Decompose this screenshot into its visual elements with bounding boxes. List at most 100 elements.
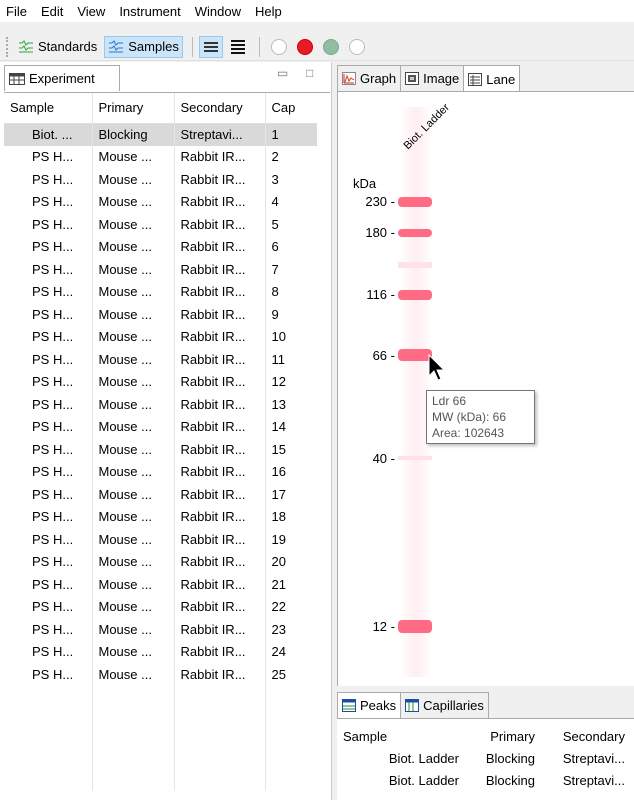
samples-button[interactable]: Samples xyxy=(104,35,183,58)
table-row[interactable]: PS H... Mouse ... Rabbit IR... 10 xyxy=(4,325,317,348)
peaks-row[interactable]: Biot. Ladder Blocking Streptavi... xyxy=(337,747,631,769)
table-row[interactable]: PS H... Mouse ... Rabbit IR... 11 xyxy=(4,348,317,371)
marker-label-116: 116 - xyxy=(366,287,395,302)
peaks-cell-secondary: Streptavi... xyxy=(562,750,625,766)
cell-cap: 3 xyxy=(264,168,317,191)
empty-circle-icon[interactable] xyxy=(270,38,287,55)
cell-sample: PS H... xyxy=(32,351,74,367)
cell-cap: 9 xyxy=(264,303,317,326)
table-row[interactable]: PS H... Mouse ... Rabbit IR... 23 xyxy=(4,618,317,641)
cell-cap: 7 xyxy=(264,258,317,281)
filler-cell xyxy=(264,685,317,791)
table-row[interactable]: PS H... Mouse ... Rabbit IR... 13 xyxy=(4,393,317,416)
table-filler-row xyxy=(4,685,317,791)
standards-icon xyxy=(19,39,33,52)
maximize-icon[interactable]: □ xyxy=(306,66,313,80)
table-row[interactable]: PS H... Mouse ... Rabbit IR... 12 xyxy=(4,370,317,393)
ladder-band-40[interactable] xyxy=(398,456,432,460)
col-header-secondary[interactable]: Secondary xyxy=(173,93,265,124)
image-icon xyxy=(405,72,420,85)
tab-image[interactable]: Image xyxy=(400,65,465,91)
tab-experiment[interactable]: Experiment xyxy=(4,65,120,91)
table-row[interactable]: Biot. ... Blocking Streptavi... 1 xyxy=(4,123,317,146)
cell-cap: 22 xyxy=(264,595,317,618)
table-row[interactable]: PS H... Mouse ... Rabbit IR... 22 xyxy=(4,595,317,618)
toolbar-grip[interactable] xyxy=(6,36,10,57)
tab-capillaries[interactable]: Capillaries xyxy=(400,692,489,718)
minimize-icon[interactable]: ▭ xyxy=(277,66,288,80)
menu-view[interactable]: View xyxy=(77,4,105,19)
ladder-band-116[interactable] xyxy=(398,290,432,300)
cell-primary: Mouse ... xyxy=(91,393,174,416)
table-row[interactable]: PS H... Mouse ... Rabbit IR... 6 xyxy=(4,235,317,258)
peaks-col-primary[interactable]: Primary xyxy=(465,725,541,747)
cell-cap: 8 xyxy=(264,280,317,303)
table-row[interactable]: PS H... Mouse ... Rabbit IR... 18 xyxy=(4,505,317,528)
menu-edit[interactable]: Edit xyxy=(41,4,63,19)
table-row[interactable]: PS H... Mouse ... Rabbit IR... 9 xyxy=(4,303,317,326)
green-circle-icon[interactable] xyxy=(322,38,339,55)
menu-help[interactable]: Help xyxy=(255,4,282,19)
empty-circle-icon-2[interactable] xyxy=(348,38,365,55)
cell-cap: 18 xyxy=(264,505,317,528)
table-row[interactable]: PS H... Mouse ... Rabbit IR... 24 xyxy=(4,640,317,663)
toolbar-separator-2 xyxy=(258,36,260,57)
peaks-col-secondary[interactable]: Secondary xyxy=(541,725,631,747)
cell-secondary: Rabbit IR... xyxy=(173,505,265,528)
table-row[interactable]: PS H... Mouse ... Rabbit IR... 16 xyxy=(4,460,317,483)
record-icon[interactable] xyxy=(296,38,313,55)
cell-primary: Mouse ... xyxy=(91,505,174,528)
table-icon xyxy=(9,72,25,85)
table-row[interactable]: PS H... Mouse ... Rabbit IR... 25 xyxy=(4,663,317,686)
cell-primary: Mouse ... xyxy=(91,145,174,168)
cell-primary: Blocking xyxy=(91,123,174,146)
cell-sample: PS H... xyxy=(32,306,74,322)
table-row[interactable]: PS H... Mouse ... Rabbit IR... 19 xyxy=(4,528,317,551)
tab-graph[interactable]: Graph xyxy=(337,65,402,91)
tab-lane[interactable]: Lane xyxy=(463,65,521,92)
col-header-primary[interactable]: Primary xyxy=(91,93,174,124)
marker-label-180: 180 - xyxy=(365,225,395,240)
standards-button[interactable]: Standards xyxy=(14,36,101,58)
col-header-cap[interactable]: Cap xyxy=(264,93,317,124)
list-view-button[interactable] xyxy=(198,35,223,58)
cell-cap: 15 xyxy=(264,438,317,461)
menu-instrument[interactable]: Instrument xyxy=(119,4,180,19)
dense-list-button[interactable] xyxy=(226,36,250,58)
samples-icon xyxy=(109,39,124,52)
samples-label: Samples xyxy=(128,39,179,54)
table-row[interactable]: PS H... Mouse ... Rabbit IR... 4 xyxy=(4,190,317,213)
cell-cap: 16 xyxy=(264,460,317,483)
band-tooltip: Ldr 66 MW (kDa): 66 Area: 102643 xyxy=(426,390,535,444)
table-row[interactable]: PS H... Mouse ... Rabbit IR... 14 xyxy=(4,415,317,438)
ladder-band-230[interactable] xyxy=(398,197,432,207)
table-row[interactable]: PS H... Mouse ... Rabbit IR... 15 xyxy=(4,438,317,461)
peaks-col-sample[interactable]: Sample xyxy=(337,725,465,747)
cell-cap: 21 xyxy=(264,573,317,596)
lane-view: Biot. Ladder kDa 230 - 180 - 116 - 66 - … xyxy=(337,91,634,707)
cell-secondary: Rabbit IR... xyxy=(173,550,265,573)
table-row[interactable]: PS H... Mouse ... Rabbit IR... 8 xyxy=(4,280,317,303)
cell-secondary: Rabbit IR... xyxy=(173,573,265,596)
col-header-sample[interactable]: Sample xyxy=(4,93,92,124)
ladder-band-66[interactable] xyxy=(398,349,432,361)
table-row[interactable]: PS H... Mouse ... Rabbit IR... 7 xyxy=(4,258,317,281)
table-row[interactable]: PS H... Mouse ... Rabbit IR... 2 xyxy=(4,145,317,168)
ladder-band-180[interactable] xyxy=(398,229,432,237)
cell-sample: PS H... xyxy=(32,374,74,390)
peaks-cell-primary: Blocking xyxy=(485,772,535,788)
cell-sample: PS H... xyxy=(32,666,74,682)
cell-primary: Mouse ... xyxy=(91,415,174,438)
table-row[interactable]: PS H... Mouse ... Rabbit IR... 17 xyxy=(4,483,317,506)
menu-file[interactable]: File xyxy=(6,4,27,19)
table-row[interactable]: PS H... Mouse ... Rabbit IR... 21 xyxy=(4,573,317,596)
tab-peaks[interactable]: Peaks xyxy=(337,692,402,718)
menu-window[interactable]: Window xyxy=(195,4,241,19)
table-header-row: Sample Primary Secondary Cap xyxy=(4,93,317,124)
table-row[interactable]: PS H... Mouse ... Rabbit IR... 20 xyxy=(4,550,317,573)
tab-image-label: Image xyxy=(423,71,460,86)
peaks-row[interactable]: Biot. Ladder Blocking Streptavi... xyxy=(337,769,631,791)
table-row[interactable]: PS H... Mouse ... Rabbit IR... 5 xyxy=(4,213,317,236)
ladder-band-12[interactable] xyxy=(398,620,432,633)
table-row[interactable]: PS H... Mouse ... Rabbit IR... 3 xyxy=(4,168,317,191)
